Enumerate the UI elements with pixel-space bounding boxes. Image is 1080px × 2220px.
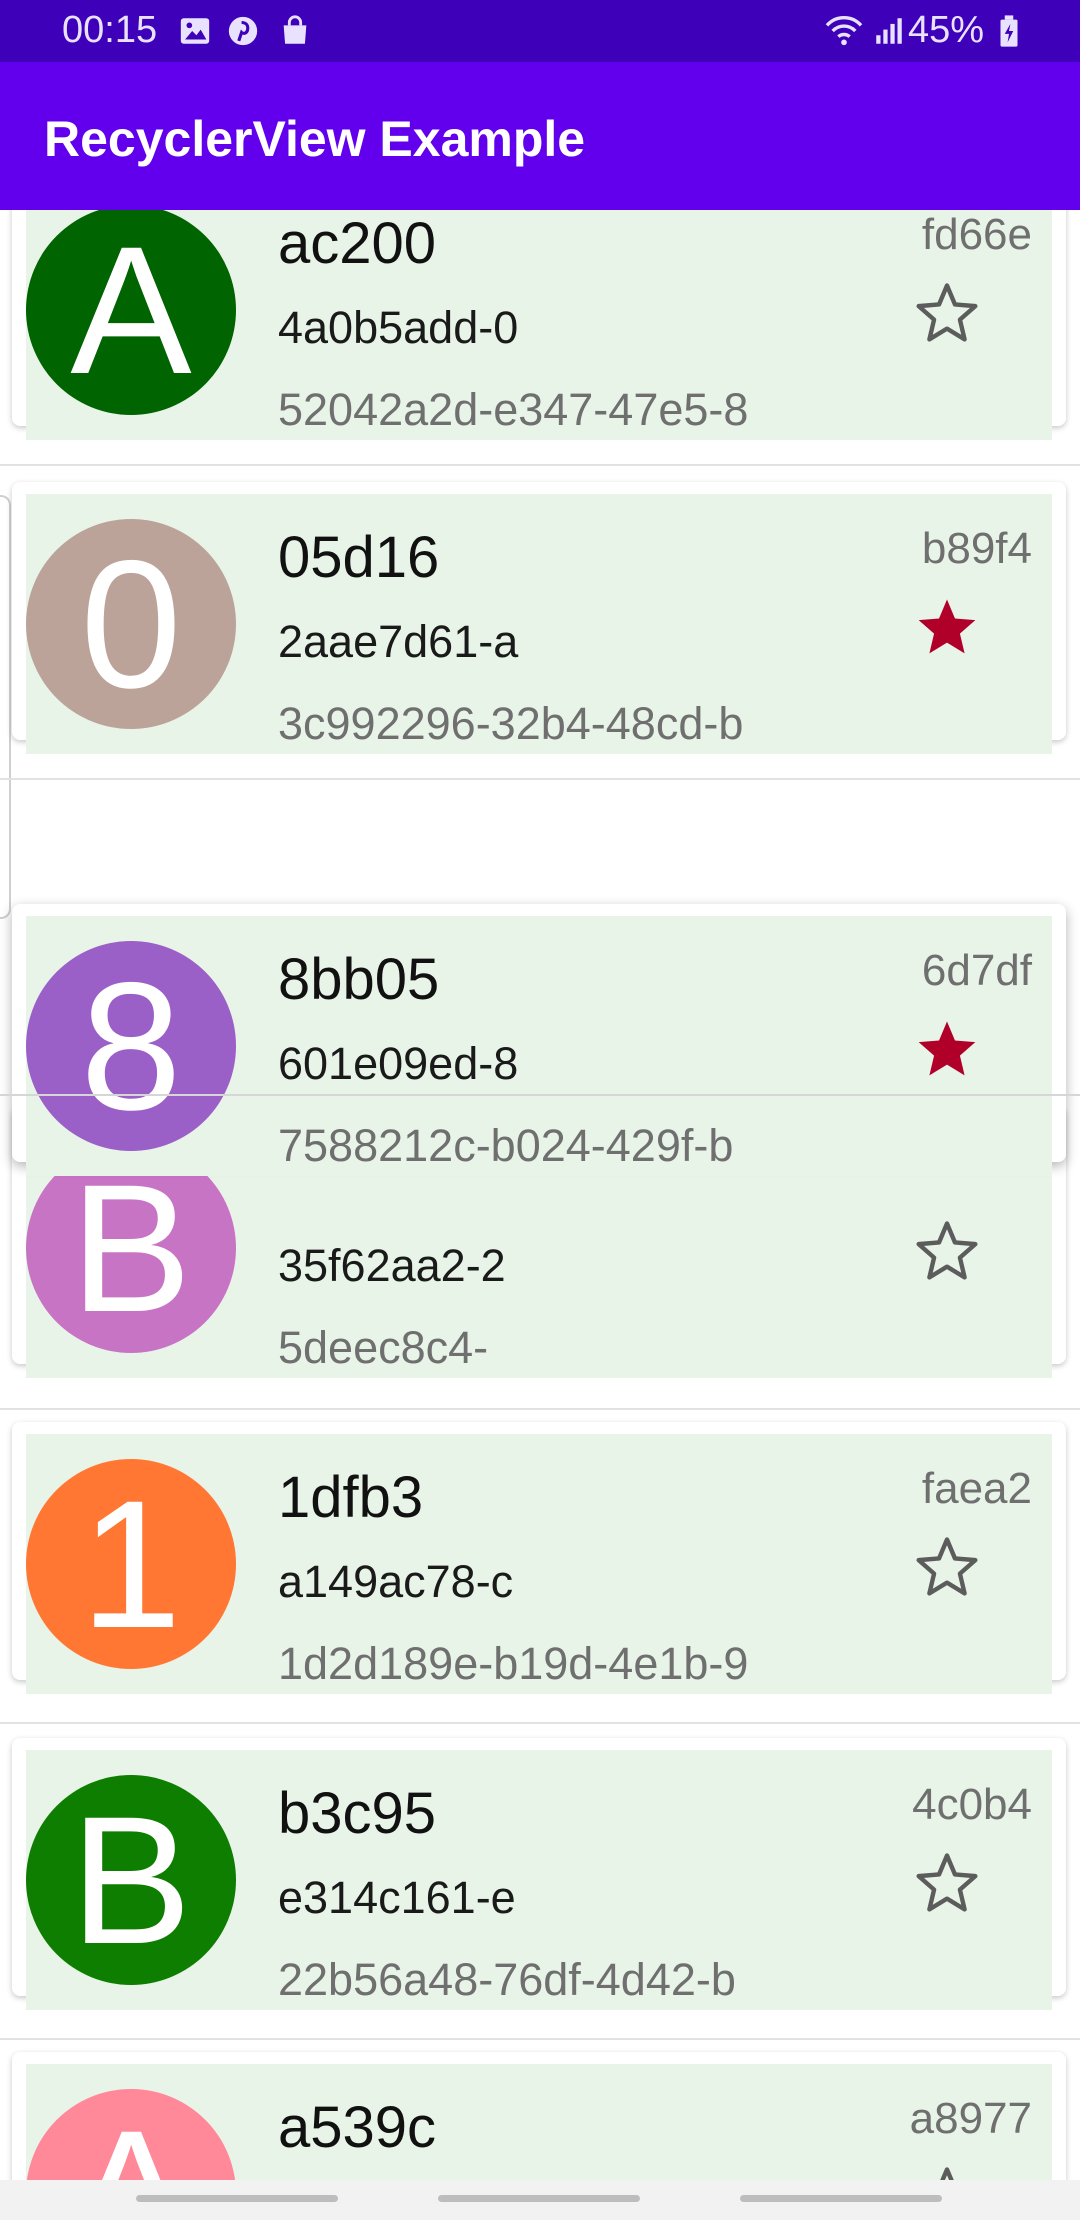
shopping-bag-icon [283,15,307,44]
item-title: ac200 [278,211,437,276]
app-bar: RecyclerView Example [0,62,1080,210]
divider [0,1094,1080,1096]
pinterest-icon [228,16,258,46]
item-uuid: 22b56a48-76df-4d42-b [278,1954,736,2005]
battery-percent: 45% [907,9,984,51]
item-uuid: 3c992296-32b4-48cd-b [278,698,744,749]
item-subtitle: 4a0b5add-0 [278,302,519,353]
avatar: 8 [26,941,236,1151]
item-subtitle: 601e09ed-8 [278,1038,519,1089]
list-item[interactable]: B b3c95 e314c161-e 22b56a48-76df-4d42-b … [12,1738,1066,2010]
star-filled-icon[interactable] [914,594,980,660]
avatar-letter: A [26,2089,236,2180]
item-tag: 4c0b4 [912,1780,1032,1829]
item-tag: b89f4 [921,524,1032,573]
list-item[interactable]: A ac200 4a0b5add-0 52042a2d-e347-47e5-8 … [12,210,1066,440]
item-title: 1dfb3 [278,1465,424,1530]
divider [0,1408,1080,1410]
list-item[interactable]: A a539c a8977 [12,2052,1066,2180]
avatar: 1 [26,1459,236,1669]
status-bar: 00:15 45% [0,0,1080,62]
signal-icon [876,18,902,44]
item-title: b3c95 [278,1781,437,1846]
avatar: A [26,2089,236,2180]
gallery-icon [180,18,210,44]
list-item-content: 0 05d16 2aae7d61-a 3c992296-32b4-48cd-b … [26,494,1052,754]
item-tag: a8977 [909,2094,1032,2143]
app-title: RecyclerView Example [44,111,586,167]
star-filled-icon[interactable] [914,1016,980,1082]
item-tag: 6d7df [921,946,1032,995]
item-uuid: 7588212c-b024-429f-b [278,1120,734,1171]
list-item[interactable]: 1 1dfb3 a149ac78-c 1d2d189e-b19d-4e1b-9 … [12,1422,1066,1694]
item-tag: faea2 [921,1464,1032,1513]
list-item-content: B b3c95 e314c161-e 22b56a48-76df-4d42-b … [26,1750,1052,2010]
battery-icon [1000,15,1018,47]
nav-back-button[interactable] [740,2195,942,2202]
divider [0,1722,1080,1724]
avatar-letter: 8 [80,944,182,1148]
list-item-content: 8 8bb05 601e09ed-8 7588212c-b024-429f-b … [26,916,1052,1176]
nav-recents-button[interactable] [136,2195,338,2202]
avatar-letter: B [70,1778,192,1982]
star-outline-icon[interactable] [914,2164,980,2180]
item-subtitle: e314c161-e [278,1872,516,1923]
avatar-letter: 1 [80,1462,182,1666]
navigation-bar [0,2180,1080,2220]
list-item-dragging[interactable]: 8 8bb05 601e09ed-8 7588212c-b024-429f-b … [12,904,1066,1176]
wifi-icon [825,15,863,46]
star-outline-icon[interactable] [914,1850,980,1916]
item-uuid: 52042a2d-e347-47e5-8 [278,384,749,435]
list-item-content: A ac200 4a0b5add-0 52042a2d-e347-47e5-8 … [26,210,1052,440]
item-title: 05d16 [278,525,440,590]
avatar-letter: A [70,210,192,412]
list-item[interactable]: 0 05d16 2aae7d61-a 3c992296-32b4-48cd-b … [12,482,1066,754]
item-subtitle: 35f62aa2-2 [278,1240,506,1291]
avatar: 0 [26,519,236,729]
avatar: B [26,1775,236,1985]
status-time: 00:15 [62,9,158,51]
list-item-content: A a539c a8977 [26,2064,1052,2180]
divider [0,464,1080,466]
star-outline-icon[interactable] [914,1218,980,1284]
avatar: A [26,210,236,415]
nav-home-button[interactable] [438,2195,640,2202]
recycler-list[interactable]: A ac200 4a0b5add-0 52042a2d-e347-47e5-8 … [0,210,1080,2180]
item-subtitle: 2aae7d61-a [278,616,519,667]
item-title: a539c [278,2095,437,2160]
item-uuid: 1d2d189e-b19d-4e1b-9 [278,1638,749,1689]
item-subtitle: a149ac78-c [278,1556,514,1607]
item-tag: fd66e [921,210,1032,259]
item-uuid: 5deec8c4- [278,1322,489,1373]
scroll-edge-handle[interactable] [0,495,11,919]
list-item-content: 1 1dfb3 a149ac78-c 1d2d189e-b19d-4e1b-9 … [26,1434,1052,1694]
avatar-letter: 0 [80,522,182,726]
star-outline-icon[interactable] [914,280,980,346]
divider [0,778,1080,780]
item-title: 8bb05 [278,947,440,1012]
divider [0,2038,1080,2040]
star-outline-icon[interactable] [914,1534,980,1600]
